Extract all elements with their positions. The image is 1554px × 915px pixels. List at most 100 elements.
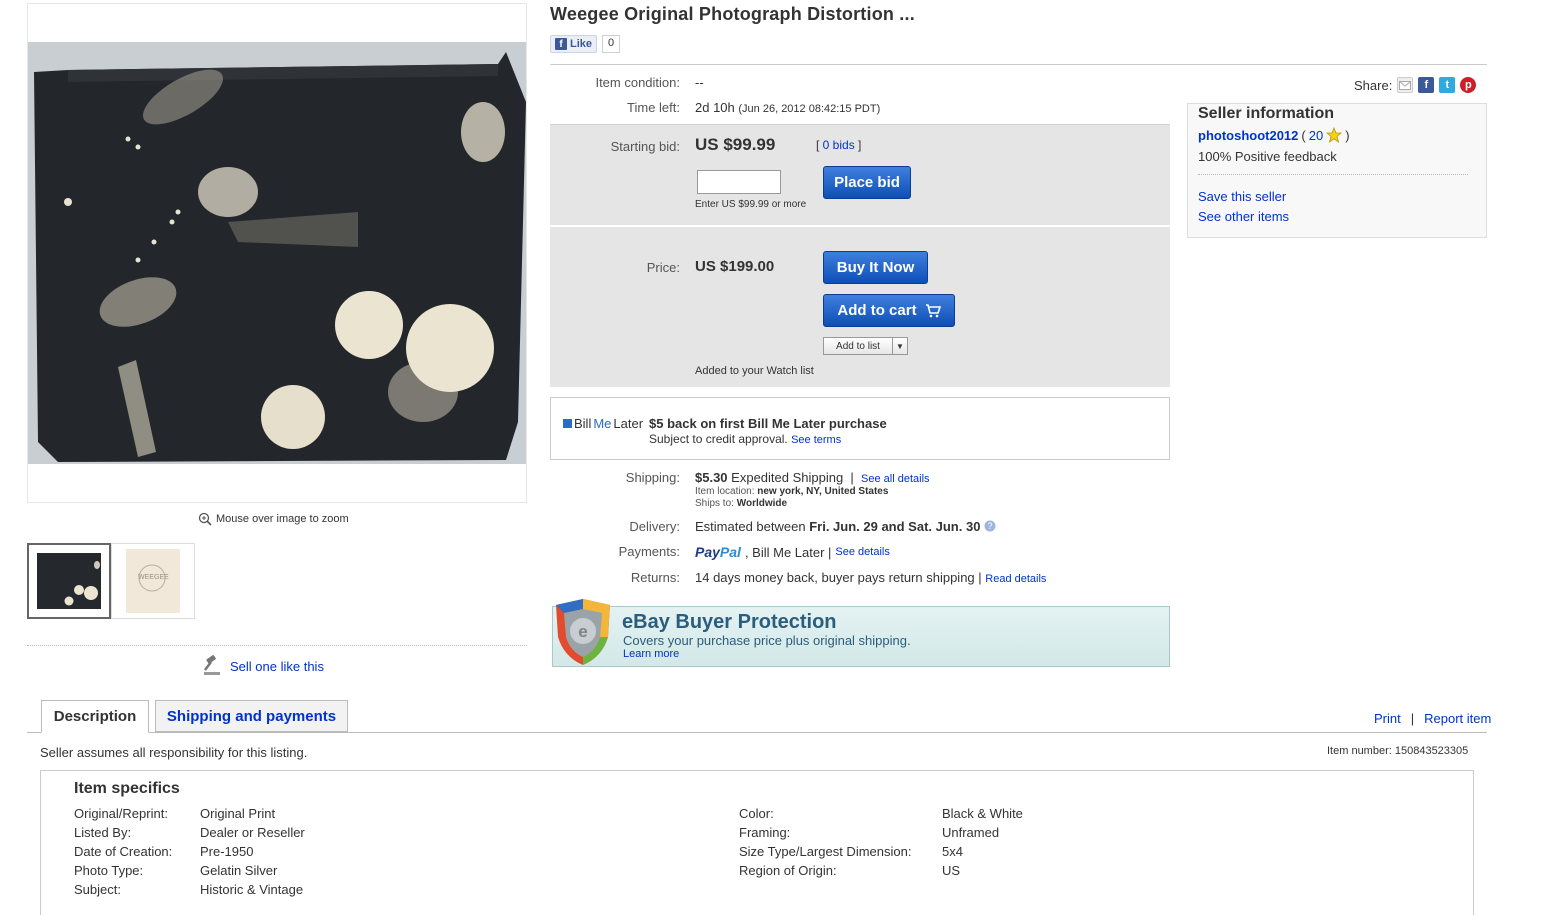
time-left-label: Time left:	[627, 100, 680, 115]
spec-value: Pre-1950	[200, 844, 254, 859]
paypal-logo: PayPal	[695, 544, 741, 560]
time-left-end: (Jun 26, 2012 08:42:15 PDT)	[738, 103, 881, 115]
shipping-label: Shipping:	[625, 470, 680, 485]
shipping-method: Expedited Shipping	[731, 470, 844, 485]
facebook-icon: f	[555, 38, 567, 50]
facebook-like[interactable]: f Like 0	[550, 35, 621, 53]
place-bid-button[interactable]: Place bid	[823, 166, 911, 199]
shipping-cost: $5.30	[695, 470, 728, 485]
condition-value: --	[695, 75, 704, 90]
seller-score-link[interactable]: 20	[1309, 128, 1323, 143]
save-this-seller-link[interactable]: Save this seller	[1198, 189, 1286, 204]
main-image-frame[interactable]	[27, 3, 527, 503]
chevron-down-icon[interactable]: ▼	[893, 342, 907, 351]
see-details-link[interactable]: See details	[835, 546, 889, 558]
seller-heading: Seller information	[1198, 105, 1335, 122]
see-all-details-link[interactable]: See all details	[861, 473, 930, 485]
facebook-like-button[interactable]: f Like	[550, 35, 598, 53]
svg-text:e: e	[578, 622, 587, 641]
thumbnail-2-stamp: WEEGEE	[138, 574, 169, 581]
spec-value: Black & White	[942, 806, 1023, 821]
spec-value: US	[942, 863, 961, 878]
spec-value: Gelatin Silver	[200, 863, 278, 878]
ships-to-label: Ships to:	[695, 498, 734, 509]
payments-value: PayPal , Bill Me Later | See details	[695, 544, 890, 560]
item-number: Item number: 150843523305	[1327, 745, 1469, 757]
item-location-label: Item location:	[695, 486, 755, 497]
spec-value: Dealer or Reseller	[200, 825, 305, 840]
seller-feedback: 100% Positive feedback	[1198, 149, 1337, 164]
add-to-cart-button[interactable]: Add to cart	[823, 294, 955, 327]
spec-label: Size Type/Largest Dimension:	[739, 844, 912, 859]
read-details-link[interactable]: Read details	[985, 573, 1046, 585]
spec-label: Region of Origin:	[739, 863, 837, 878]
twitter-icon[interactable]: t	[1439, 77, 1456, 93]
zoom-hint: Mouse over image to zoom	[198, 512, 349, 526]
shield-icon: e	[556, 599, 610, 665]
bill-me-later-offer: $5 back on first Bill Me Later purchase	[649, 416, 887, 431]
gallery-divider	[27, 645, 527, 646]
thumbnail-2[interactable]: WEEGEE	[111, 543, 195, 619]
magnifier-zoom-icon	[198, 512, 212, 526]
photo-image	[28, 42, 526, 464]
tab-shipping-and-payments[interactable]: Shipping and payments	[155, 700, 348, 732]
bids-link[interactable]: 0 bids	[823, 138, 855, 152]
returns-text: 14 days money back, buyer pays return sh…	[695, 570, 982, 585]
facebook-share-icon[interactable]: f	[1418, 77, 1435, 93]
spec-value: Historic & Vintage	[200, 882, 304, 897]
see-other-items-link[interactable]: See other items	[1198, 209, 1289, 224]
add-to-list-dropdown[interactable]: Add to list ▼	[823, 337, 908, 355]
ships-to-value: Worldwide	[736, 498, 788, 509]
tab-divider	[27, 732, 1487, 733]
condition-label: Item condition:	[595, 75, 680, 90]
thumbnail-1-image	[29, 545, 109, 617]
main-photo[interactable]	[28, 42, 526, 464]
buy-now-price: US $199.00	[695, 258, 775, 275]
pinterest-icon[interactable]: p	[1460, 77, 1477, 93]
add-to-cart-label: Add to cart	[837, 302, 917, 319]
buyer-protection-sub: Covers your purchase price plus original…	[623, 633, 911, 648]
thumbnail-2-image	[112, 544, 194, 618]
spec-value: Unframed	[942, 825, 1000, 840]
learn-more-link[interactable]: Learn more	[623, 648, 679, 660]
share-bar: Share: f t p	[1354, 77, 1477, 93]
header-divider	[550, 64, 1487, 65]
bill-me-later-sub: Subject to credit approval. See terms	[649, 432, 841, 446]
bml-logo-later: Later	[613, 416, 644, 431]
paypal-pay: Pay	[695, 544, 720, 560]
seller-name-row: photoshoot2012 ( 20 )	[1198, 127, 1350, 143]
bml-sub-text: Subject to credit approval.	[649, 432, 788, 446]
sell-one-link[interactable]: Sell one like this	[230, 659, 324, 674]
bill-me-later-logo: Bill Me Later	[563, 416, 643, 431]
sell-one-like-this[interactable]: Sell one like this	[202, 655, 324, 677]
delivery-label: Delivery:	[629, 519, 680, 534]
time-left-duration: 2d 10h	[695, 100, 735, 115]
bml-logo-bill: Bill	[574, 416, 592, 431]
item-location-value: new york, NY, United States	[757, 486, 889, 497]
bids-count: [ 0 bids ]	[816, 138, 862, 152]
tab-description[interactable]: Description	[41, 700, 149, 733]
email-icon[interactable]	[1397, 77, 1414, 93]
bill-me-later-check-icon	[563, 419, 572, 428]
returns-value: 14 days money back, buyer pays return sh…	[695, 570, 1046, 585]
share-label: Share:	[1354, 77, 1393, 93]
thumbnail-1[interactable]	[27, 543, 111, 619]
buyer-protection-title: eBay Buyer Protection	[622, 611, 837, 633]
bid-amount-input[interactable]	[697, 170, 781, 194]
item-specifics-title: Item specifics	[74, 780, 180, 797]
print-link[interactable]: Print	[1374, 711, 1401, 726]
print-report-links: Print | Report item	[1374, 711, 1492, 726]
seller-name-link[interactable]: photoshoot2012	[1198, 128, 1298, 143]
seller-divider	[1198, 174, 1468, 175]
spec-label: Color:	[739, 806, 774, 821]
spec-value: 5x4	[942, 844, 963, 859]
gavel-icon	[204, 655, 220, 675]
help-icon[interactable]: ?	[984, 520, 996, 532]
buy-it-now-button[interactable]: Buy It Now	[823, 251, 928, 284]
spec-label: Listed By:	[74, 825, 132, 840]
see-terms-link[interactable]: See terms	[791, 434, 841, 446]
star-icon	[1326, 127, 1343, 143]
add-to-list-label[interactable]: Add to list	[824, 338, 893, 354]
payments-label: Payments:	[618, 544, 680, 559]
report-item-link[interactable]: Report item	[1424, 711, 1491, 726]
